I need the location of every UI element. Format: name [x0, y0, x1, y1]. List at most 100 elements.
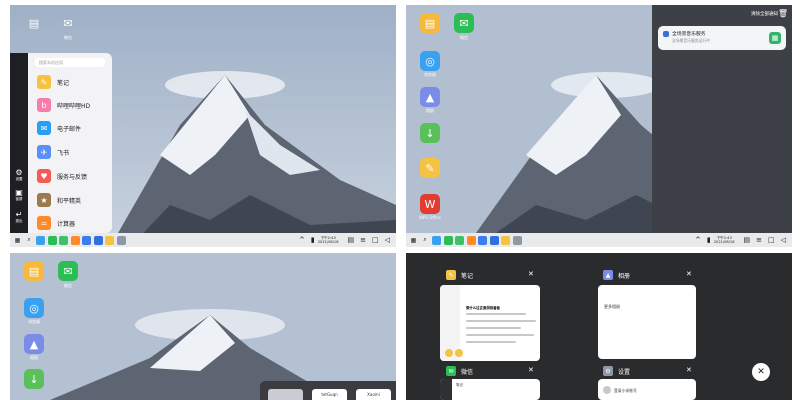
- search-icon[interactable]: ⌕: [25, 236, 34, 245]
- tencent-video-icon[interactable]: [82, 235, 91, 245]
- notes-icon[interactable]: ✎: [420, 158, 440, 178]
- note-title: 微什么往言面洞相看看: [466, 306, 500, 310]
- taskbar-clock[interactable]: 下午2:43 2021/08/18: [714, 236, 735, 244]
- wechat-icon[interactable]: ✉: [454, 13, 474, 33]
- keyboard-caret-icon[interactable]: ^: [299, 236, 305, 245]
- browser-icon[interactable]: ◎: [420, 51, 440, 71]
- note-line: [466, 341, 516, 343]
- notification-card[interactable]: 全场景音乐服务 全场景音乐服务运行中 ▦: [658, 26, 786, 50]
- notification-action-icon[interactable]: ▦: [769, 32, 781, 44]
- xiaomi-store-icon[interactable]: [466, 235, 476, 245]
- music-service-icon: [663, 31, 669, 37]
- trash-icon[interactable]: 🗑: [778, 9, 788, 18]
- app-icon[interactable]: [93, 235, 103, 245]
- settings-icon[interactable]: [116, 235, 126, 245]
- menu-icon[interactable]: ≡: [756, 236, 762, 245]
- note-line: [466, 327, 521, 329]
- notes-icon: ✎: [37, 75, 51, 89]
- folder-icon[interactable]: ▤: [420, 13, 440, 33]
- recent-apps-strip: tetGuqn Xaomi: [260, 381, 396, 400]
- exit-button[interactable]: ↵ 退出: [10, 210, 28, 224]
- close-task-wechat-icon[interactable]: ✕: [528, 366, 534, 374]
- back-icon[interactable]: ◁: [781, 236, 786, 245]
- browser-icon[interactable]: [36, 235, 45, 245]
- notes-icon[interactable]: [501, 235, 510, 245]
- recent-thumb[interactable]: Xaomi: [356, 389, 391, 400]
- start-grid-icon[interactable]: ▦: [409, 236, 418, 245]
- wechat-label: 微信: [64, 35, 72, 40]
- new-note-button[interactable]: [445, 349, 453, 357]
- taskbar-clock[interactable]: 下午2:43 2021/08/18: [318, 236, 339, 244]
- start-item-bilibili[interactable]: b 哔哩哔哩HD: [37, 98, 90, 112]
- desktop-recents-panel: ▤ ✉ 微信 ◎ 浏览器 ▲ 相册 ↓ tetGuqn Xaomi: [10, 253, 396, 400]
- recent-thumb[interactable]: [268, 389, 303, 400]
- start-grid-icon[interactable]: ▦: [13, 236, 22, 245]
- start-item-calculator[interactable]: = 计算器: [37, 216, 75, 230]
- start-item-feishu[interactable]: ✈ 飞书: [37, 145, 69, 159]
- messages-icon[interactable]: [455, 235, 464, 245]
- gallery-icon[interactable]: ▲: [420, 87, 440, 107]
- recent-thumb[interactable]: tetGuqn: [312, 389, 347, 400]
- search-icon[interactable]: ⌕: [421, 236, 430, 245]
- settings-icon[interactable]: [512, 235, 522, 245]
- task-card-wechat[interactable]: 笔记: [440, 379, 540, 400]
- square-icon[interactable]: □: [372, 236, 379, 245]
- task-header-gallery: ▲ 相册: [603, 270, 630, 280]
- close-task-gallery-icon[interactable]: ✕: [686, 270, 692, 278]
- notification-icon[interactable]: ▤: [347, 236, 354, 245]
- browser-label: 浏览器: [28, 319, 40, 324]
- mail-icon: ✉: [37, 121, 51, 135]
- browser-icon[interactable]: [432, 235, 441, 245]
- gallery-icon[interactable]: ▲: [24, 334, 44, 354]
- messages-icon[interactable]: [59, 235, 68, 245]
- start-item-mail[interactable]: ✉ 电子邮件: [37, 121, 81, 135]
- xiaomi-store-icon[interactable]: [70, 235, 80, 245]
- lock-icon: ▣: [15, 188, 23, 197]
- close-task-settings-icon[interactable]: ✕: [686, 366, 692, 374]
- lock-screen-button[interactable]: ▣ 锁屏: [10, 188, 28, 202]
- clear-all-notifications-button[interactable]: 清除全部通知: [751, 11, 778, 17]
- browser-icon[interactable]: ◎: [24, 298, 44, 318]
- feishu-icon: ✈: [37, 145, 51, 159]
- task-card-gallery[interactable]: 更多相册: [598, 285, 696, 359]
- task-card-settings[interactable]: 登录小米账号: [598, 379, 696, 400]
- folder-icon[interactable]: ▤: [24, 261, 44, 281]
- bilibili-icon: b: [37, 98, 51, 112]
- task-header-settings: ⚙ 设置: [603, 366, 630, 376]
- menu-icon[interactable]: ≡: [360, 236, 366, 245]
- start-menu: 搜索本机应用 ✎ 笔记 b 哔哩哔哩HD ✉ 电子邮件 ✈ 飞书 ♥ 服务与反馈: [28, 53, 112, 233]
- clear-all-tasks-button[interactable]: ✕: [752, 363, 770, 381]
- notes-icon[interactable]: [105, 235, 114, 245]
- settings-button[interactable]: ⚙ 设置: [10, 168, 28, 182]
- taskbar-tray: ^ ▮ 下午2:43 2021/08/18 ▤ ≡ □ ◁: [296, 233, 393, 247]
- app-icon[interactable]: [489, 235, 499, 245]
- download-icon[interactable]: ↓: [420, 123, 440, 143]
- note-action-button[interactable]: [455, 349, 463, 357]
- keyboard-caret-icon[interactable]: ^: [695, 236, 701, 245]
- gear-icon: ⚙: [603, 366, 613, 376]
- download-icon[interactable]: ↓: [24, 369, 44, 389]
- desktop-start-menu-panel: ▤ ✉ 微信 ⚙ 设置 ▣ 锁屏 ↵ 退出 搜索本机应用 ✎ 笔记 b 哔哩哔哩…: [10, 5, 396, 247]
- folder-icon[interactable]: ▤: [24, 13, 44, 33]
- square-icon[interactable]: □: [768, 236, 775, 245]
- wechat-label: 微信: [460, 35, 468, 40]
- task-card-notes[interactable]: 微什么往言面洞相看看: [440, 285, 540, 361]
- notification-icon[interactable]: ▤: [743, 236, 750, 245]
- start-item-notes[interactable]: ✎ 笔记: [37, 75, 69, 89]
- app-search-input[interactable]: 搜索本机应用: [35, 58, 105, 67]
- close-task-notes-icon[interactable]: ✕: [528, 270, 534, 278]
- start-menu-sidebar: ⚙ 设置 ▣ 锁屏 ↵ 退出: [10, 53, 28, 233]
- multitask-panel: ✎ 笔记 ✕ 微什么往言面洞相看看 ▲ 相册 ✕ 更多相册 ✉ 微信 ✕ 笔记 …: [406, 253, 792, 400]
- wechat-icon: ✉: [446, 366, 456, 376]
- start-item-game[interactable]: ★ 和平精英: [37, 193, 81, 207]
- wps-icon[interactable]: W: [420, 194, 440, 214]
- wechat-icon[interactable]: [47, 235, 57, 245]
- tencent-video-icon[interactable]: [478, 235, 487, 245]
- gallery-label: 相册: [30, 355, 38, 360]
- wechat-icon[interactable]: [443, 235, 453, 245]
- wechat-icon[interactable]: ✉: [58, 261, 78, 281]
- back-icon[interactable]: ◁: [385, 236, 390, 245]
- start-item-feedback[interactable]: ♥ 服务与反馈: [37, 169, 87, 183]
- taskbar: ▦ ⌕ ^ ▮ 下午2:43 2021/08/18 ▤ ≡ □ ◁: [406, 233, 792, 247]
- wechat-icon[interactable]: ✉: [58, 13, 78, 33]
